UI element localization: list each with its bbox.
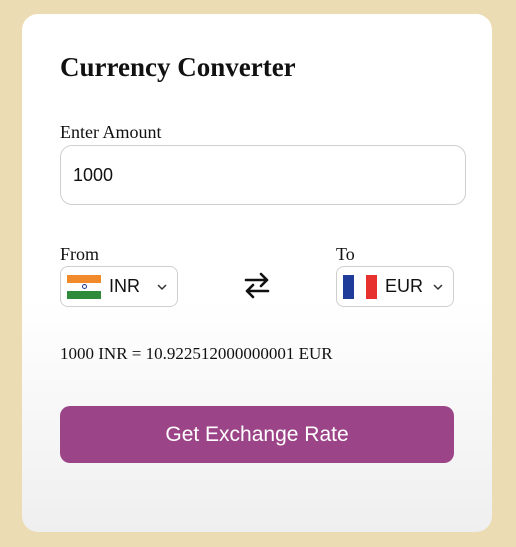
swap-arrows-icon[interactable] [240,268,274,302]
converter-card: Currency Converter Enter Amount From INR… [22,14,492,532]
to-label: To [336,244,355,264]
amount-label: Enter Amount [60,122,162,142]
france-flag-icon [343,274,377,299]
chevron-down-icon [157,283,167,290]
conversion-result: 1000 INR = 10.922512000000001 EUR [60,344,333,363]
get-exchange-rate-button[interactable]: Get Exchange Rate [60,406,454,463]
page-title: Currency Converter [60,52,296,82]
from-currency-code: INR [109,276,140,296]
from-label: From [60,244,100,264]
india-flag-icon [67,274,101,299]
chevron-down-icon [433,283,443,290]
amount-input[interactable] [60,145,466,205]
from-currency-select[interactable]: INR [60,266,178,307]
to-currency-select[interactable]: EUR [336,266,454,307]
to-currency-code: EUR [385,276,424,296]
